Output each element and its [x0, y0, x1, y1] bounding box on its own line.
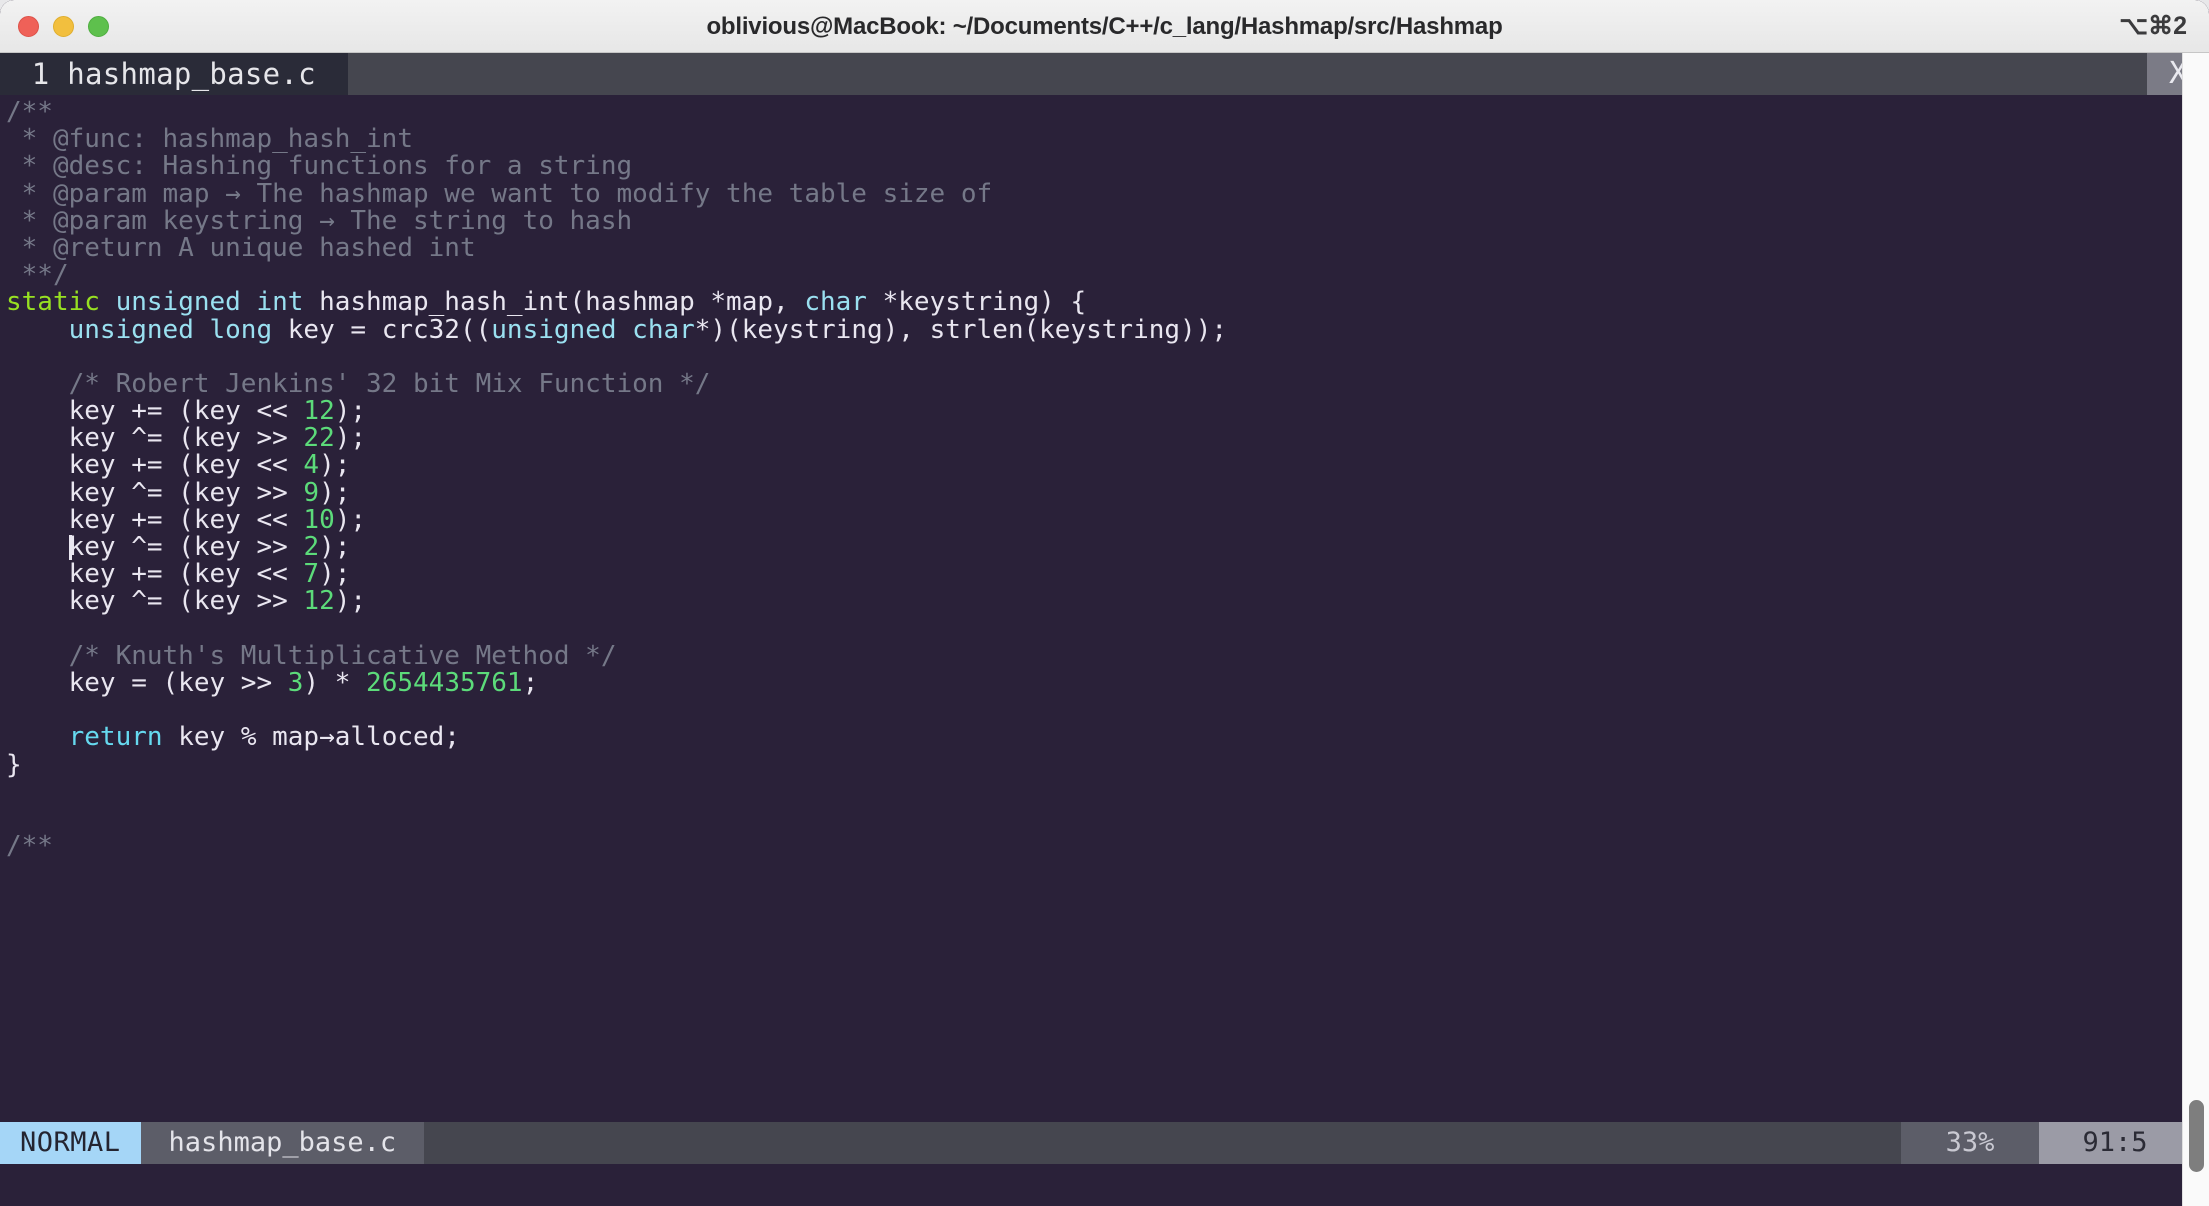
code-token: key += (key << — [6, 396, 304, 427]
code-token: ) * — [303, 667, 367, 698]
code-token: unsigned int — [115, 287, 304, 318]
code-token: static — [6, 287, 100, 318]
code-token: unsigned char — [491, 314, 695, 345]
terminal-window: oblivious@MacBook: ~/Documents/C++/c_lan… — [0, 0, 2209, 1206]
code-line: key ^= (key >> 2); — [6, 532, 2209, 562]
vertical-scrollbar[interactable] — [2182, 53, 2209, 1206]
code-token: return — [68, 722, 163, 753]
code-line: key ^= (key >> 12); — [6, 588, 2209, 615]
code-line: * @func: hashmap_hash_int — [6, 126, 2209, 153]
code-line: key = (key >> 3) * 2654435761; — [6, 667, 2209, 698]
code-token: } — [6, 749, 22, 780]
code-token: 12 — [303, 586, 335, 617]
code-token: * @func: hashmap_hash_int — [6, 124, 413, 155]
code-token: /** — [6, 97, 53, 127]
code-token: 12 — [303, 396, 335, 427]
code-editor-area[interactable]: /** * @func: hashmap_hash_int * @desc: H… — [0, 95, 2209, 1122]
code-line: key ^= (key >> 9); — [6, 477, 2209, 508]
title-bar: oblivious@MacBook: ~/Documents/C++/c_lan… — [0, 0, 2209, 53]
status-scroll-percent: 33% — [1901, 1122, 2039, 1164]
code-line: /** — [6, 831, 2209, 862]
code-token: ); — [319, 532, 351, 562]
keyboard-shortcut-indicator: ⌥⌘2 — [2119, 12, 2187, 40]
code-line: key += (key << 4); — [6, 452, 2209, 479]
code-line: /* Knuth's Multiplicative Method */ — [6, 640, 2209, 671]
code-line: **/ — [6, 262, 2209, 289]
code-token: 22 — [303, 423, 335, 454]
code-token: ); — [334, 504, 367, 535]
code-token: key % map→alloced; — [162, 722, 460, 753]
code-token: /* Robert Jenkins' 32 bit Mix Function *… — [6, 368, 711, 399]
tab-hashmap-base-c[interactable]: 1 hashmap_base.c — [0, 53, 348, 95]
code-token: ); — [319, 477, 351, 508]
code-token: unsigned long — [68, 314, 273, 345]
code-token: key ^= (key >> — [6, 423, 304, 454]
code-token: /** — [6, 831, 53, 862]
code-line: static unsigned int hashmap_hash_int(has… — [6, 289, 2209, 316]
code-token: key += (key << — [6, 450, 304, 481]
code-token: ); — [319, 450, 351, 481]
code-token: key ^= (key >> — [68, 532, 304, 562]
code-token: * @desc: Hashing functions for a string — [6, 151, 633, 182]
code-token: hashmap_hash_int(hashmap *map, — [303, 287, 805, 318]
code-line: /** — [6, 97, 2209, 127]
code-line: unsigned long key = crc32((unsigned char… — [6, 314, 2209, 345]
code-token: ); — [319, 559, 351, 590]
code-line: /* Robert Jenkins' 32 bit Mix Function *… — [6, 368, 2209, 399]
code-token: 4 — [303, 450, 320, 481]
code-token: 3 — [287, 667, 304, 698]
code-token: 2654435761 — [366, 667, 523, 698]
code-token: *)(keystring), strlen(keystring)); — [694, 314, 1227, 345]
code-token: ); — [334, 423, 367, 454]
buffer-tab-bar: 1 hashmap_base.c X — [0, 53, 2209, 95]
code-line: } — [6, 749, 2209, 780]
code-token: 7 — [303, 559, 320, 590]
code-token: * @param keystring → The string to hash — [6, 205, 633, 236]
code-token: key = (key >> — [6, 667, 288, 698]
code-token: 10 — [303, 504, 335, 535]
code-token: char — [804, 287, 867, 318]
code-token: * @return A unique hashed int — [6, 232, 476, 263]
code-token: key ^= (key >> — [6, 477, 304, 508]
code-token: key += (key << — [6, 559, 304, 590]
code-token: 2 — [303, 532, 320, 562]
scrollbar-thumb[interactable] — [2189, 1100, 2204, 1172]
status-line: NORMAL hashmap_base.c 33% 91:5 — [0, 1122, 2209, 1164]
code-line: * @desc: Hashing functions for a string — [6, 153, 2209, 180]
window-title: oblivious@MacBook: ~/Documents/C++/c_lan… — [706, 13, 1503, 40]
code-token: key = crc32(( — [272, 314, 492, 345]
code-token: key += (key << — [6, 504, 304, 535]
code-token: ); — [334, 586, 367, 617]
code-line: * @param keystring → The string to hash — [6, 205, 2209, 236]
code-token: **/ — [6, 260, 69, 291]
code-token: * @param map → The hashmap we want to mo… — [6, 178, 993, 209]
code-line: key += (key << 12); — [6, 396, 2209, 427]
status-cursor-position: 91:5 — [2039, 1122, 2191, 1164]
code-line: * @param map → The hashmap we want to mo… — [6, 178, 2209, 209]
code-token: /* Knuth's Multiplicative Method */ — [6, 640, 617, 671]
status-filename: hashmap_base.c — [140, 1122, 425, 1164]
status-filler — [424, 1122, 1901, 1164]
code-line: key += (key << 7); — [6, 561, 2209, 588]
code-token: ); — [334, 396, 367, 427]
code-token: ; — [522, 667, 539, 698]
code-line: return key % map→alloced; — [6, 724, 2209, 751]
code-line: * @return A unique hashed int — [6, 232, 2209, 263]
code-line: key += (key << 10); — [6, 504, 2209, 535]
tab-bar-filler — [347, 53, 2147, 95]
code-token: key ^= (key >> — [6, 586, 304, 617]
code-line: key ^= (key >> 22); — [6, 425, 2209, 452]
code-token: 9 — [303, 477, 320, 508]
code-token: *keystring) { — [866, 287, 1087, 318]
status-mode-badge: NORMAL — [0, 1122, 141, 1164]
